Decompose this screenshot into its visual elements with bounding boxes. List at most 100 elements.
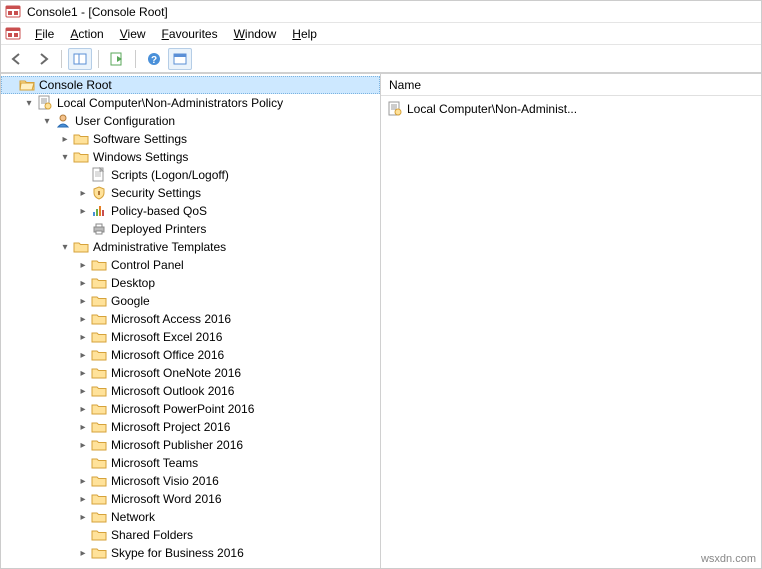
tree-item-root[interactable]: Console Root (1, 76, 380, 94)
folder-icon (91, 293, 107, 309)
tree-item-label: Microsoft Outlook 2016 (109, 384, 236, 398)
forward-button[interactable] (31, 48, 55, 70)
expand-icon[interactable]: ▸ (77, 277, 89, 289)
folder-icon (73, 239, 89, 255)
tree-item[interactable]: ▸Policy-based QoS (73, 202, 380, 220)
collapse-icon[interactable]: ▾ (23, 97, 35, 109)
tree-item-label: Skype for Business 2016 (109, 546, 246, 560)
expand-icon[interactable]: ▸ (77, 493, 89, 505)
tree-item-label: Windows Settings (91, 150, 190, 164)
menu-file[interactable]: File (27, 25, 62, 43)
folder-icon (91, 455, 107, 471)
list-item[interactable]: Local Computer\Non-Administ... (387, 100, 755, 118)
policy-icon (387, 101, 403, 117)
user-icon (55, 113, 71, 129)
show-hide-tree-button[interactable] (68, 48, 92, 70)
tree-item[interactable]: ▾ Local Computer\Non-Administrators Polic… (19, 94, 380, 112)
help-button[interactable] (142, 48, 166, 70)
expand-icon[interactable]: ▸ (59, 133, 71, 145)
tree-item-label: Microsoft Access 2016 (109, 312, 233, 326)
watermark: wsxdn.com (701, 553, 756, 565)
folder-icon (91, 365, 107, 381)
tree-pane[interactable]: Console Root▾Local Computer\Non-Administ… (1, 74, 381, 568)
folder-icon (91, 329, 107, 345)
menu-help[interactable]: Help (284, 25, 325, 43)
tree-item-label: Scripts (Logon/Logoff) (109, 168, 231, 182)
tree-item-label: Google (109, 294, 152, 308)
tree-item-label: Deployed Printers (109, 222, 208, 236)
expand-icon[interactable]: ▸ (77, 421, 89, 433)
menu-favourites[interactable]: Favourites (154, 25, 226, 43)
expand-icon[interactable]: ▸ (77, 295, 89, 307)
script-icon (91, 167, 107, 183)
list-header-name[interactable]: Name (381, 74, 761, 96)
folder-icon (91, 383, 107, 399)
tree-item-label: Software Settings (91, 132, 189, 146)
tree-item[interactable]: ▾ User Configuration (37, 112, 380, 130)
tree-item[interactable]: ▸Microsoft Word 2016 (73, 490, 380, 508)
folder-icon (73, 149, 89, 165)
tree-item[interactable]: ▸ Microsoft Access 2016 (73, 310, 380, 328)
expand-icon[interactable]: ▸ (77, 349, 89, 361)
folder-icon (91, 401, 107, 417)
back-button[interactable] (5, 48, 29, 70)
tree-item[interactable]: Deployed Printers (73, 220, 380, 238)
folder-icon (91, 473, 107, 489)
folder-icon (91, 275, 107, 291)
expand-icon[interactable]: ▸ (77, 367, 89, 379)
tree-item[interactable]: ▸ Skype for Business 2016 (73, 544, 380, 562)
new-window-button[interactable] (168, 48, 192, 70)
expand-icon[interactable]: ▸ (77, 187, 89, 199)
tree-item[interactable]: ▸ Microsoft Office 2016 (73, 346, 380, 364)
expand-icon[interactable]: ▸ (77, 385, 89, 397)
tree-item[interactable]: Microsoft Teams (73, 454, 380, 472)
expand-icon[interactable]: ▸ (77, 439, 89, 451)
toolbar (1, 45, 761, 73)
expand-icon[interactable]: ▸ (77, 403, 89, 415)
tree-item[interactable]: ▸ Software Settings (55, 130, 380, 148)
tree-item[interactable]: ▾ Windows Settings (55, 148, 380, 166)
tree-item-label: Desktop (109, 276, 157, 290)
menu-view[interactable]: View (112, 25, 154, 43)
tree-item-label: Local Computer\Non-Administrators Policy (55, 96, 285, 110)
mmc-icon (5, 26, 21, 42)
expand-icon[interactable]: ▸ (77, 547, 89, 559)
tree-item[interactable]: ▸Security Settings (73, 184, 380, 202)
tree-item-label: Microsoft PowerPoint 2016 (109, 402, 256, 416)
tree-item-label: Microsoft Office 2016 (109, 348, 226, 362)
tree-item[interactable]: ▸Microsoft Excel 2016 (73, 328, 380, 346)
tree-item-label: Microsoft Visio 2016 (109, 474, 221, 488)
menu-window[interactable]: Window (226, 25, 285, 43)
tree-item[interactable]: ▸ Google (73, 292, 380, 310)
tree-item[interactable]: ▾Administrative Templates (55, 238, 380, 256)
expand-icon[interactable]: ▸ (77, 475, 89, 487)
list-body[interactable]: Local Computer\Non-Administ... (381, 96, 761, 568)
collapse-icon[interactable]: ▾ (41, 115, 53, 127)
tree-item[interactable]: Scripts (Logon/Logoff) (73, 166, 380, 184)
expand-icon[interactable]: ▸ (77, 511, 89, 523)
tree-item[interactable]: ▸Network (73, 508, 380, 526)
tree-item-label: User Configuration (73, 114, 177, 128)
expand-icon[interactable]: ▸ (77, 313, 89, 325)
title-bar: Console1 - [Console Root] (1, 1, 761, 23)
tree-item[interactable]: ▸Microsoft OneNote 2016 (73, 364, 380, 382)
tree-item[interactable]: ▸ Desktop (73, 274, 380, 292)
qos-icon (91, 203, 107, 219)
expand-icon[interactable]: ▸ (77, 205, 89, 217)
tree-item[interactable]: ▸Microsoft Publisher 2016 (73, 436, 380, 454)
policy-icon (37, 95, 53, 111)
tree-item[interactable]: ▸Microsoft Project 2016 (73, 418, 380, 436)
menu-bar: File Action View Favourites Window Help (1, 23, 761, 45)
tree-item[interactable]: ▸Control Panel (73, 256, 380, 274)
collapse-icon[interactable]: ▾ (59, 151, 71, 163)
printer-icon (91, 221, 107, 237)
collapse-icon[interactable]: ▾ (59, 241, 71, 253)
expand-icon[interactable]: ▸ (77, 331, 89, 343)
menu-action[interactable]: Action (62, 25, 111, 43)
export-list-button[interactable] (105, 48, 129, 70)
tree-item[interactable]: Shared Folders (73, 526, 380, 544)
expand-icon[interactable]: ▸ (77, 259, 89, 271)
tree-item[interactable]: ▸ Microsoft PowerPoint 2016 (73, 400, 380, 418)
tree-item[interactable]: ▸ Microsoft Visio 2016 (73, 472, 380, 490)
tree-item[interactable]: ▸ Microsoft Outlook 2016 (73, 382, 380, 400)
